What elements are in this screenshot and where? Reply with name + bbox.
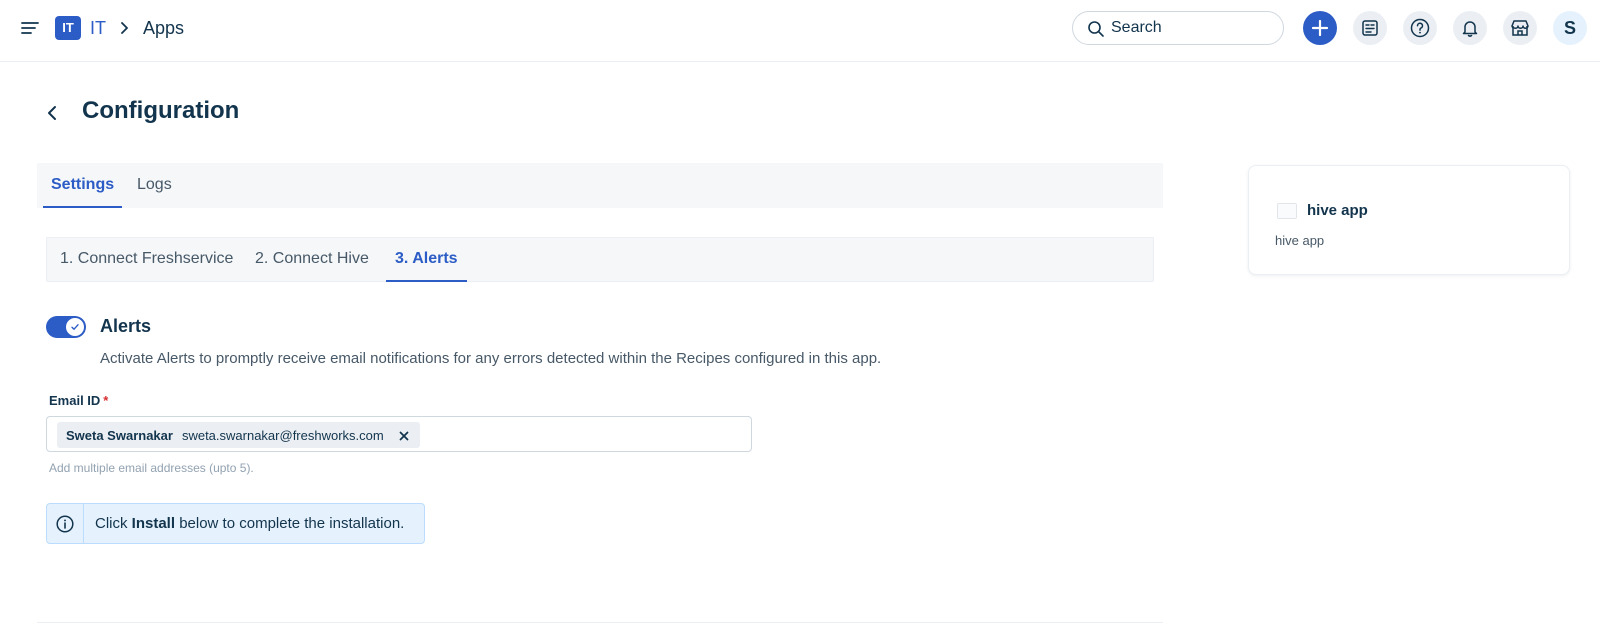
search-box[interactable]	[1072, 11, 1284, 45]
required-mark: *	[103, 393, 109, 408]
top-bar: IT IT Apps S	[0, 0, 1600, 62]
main-tabs: Settings Logs	[37, 163, 1163, 208]
add-button[interactable]	[1303, 11, 1337, 45]
help-button[interactable]	[1403, 11, 1437, 45]
step-tabs: 1. Connect Freshservice 2. Connect Hive …	[46, 237, 1154, 282]
step-tab-connect-freshservice[interactable]: 1. Connect Freshservice	[60, 238, 233, 282]
back-icon[interactable]	[42, 102, 62, 124]
alerts-title: Alerts	[100, 316, 152, 336]
page-title: Configuration	[82, 97, 240, 124]
chevron-right-icon	[118, 20, 132, 36]
store-icon	[1511, 20, 1529, 36]
email-field[interactable]: Sweta Swarnakar sweta.swarnakar@freshwor…	[46, 416, 752, 452]
alerts-toggle[interactable]	[46, 316, 86, 338]
email-hint: Add multiple email addresses (upto 5).	[49, 461, 254, 475]
info-divider	[83, 504, 84, 543]
footer-divider	[37, 622, 1163, 623]
plus-icon	[1311, 19, 1329, 37]
breadcrumb-current: Apps	[143, 18, 185, 38]
app-logo-icon	[1277, 203, 1297, 219]
breadcrumb-workspace[interactable]: IT	[90, 18, 106, 39]
email-chip: Sweta Swarnakar sweta.swarnakar@freshwor…	[57, 422, 420, 448]
avatar[interactable]: S	[1553, 11, 1587, 45]
close-icon[interactable]	[398, 429, 410, 441]
chip-email: sweta.swarnakar@freshworks.com	[181, 427, 384, 443]
bell-icon	[1462, 21, 1478, 37]
info-install-word: Install	[131, 515, 176, 532]
app-card: hive app hive app	[1248, 165, 1570, 275]
form-icon	[1362, 20, 1378, 36]
help-icon	[1410, 18, 1430, 38]
search-input[interactable]	[1111, 18, 1271, 38]
email-field-label: Email ID *	[49, 393, 108, 408]
marketplace-button[interactable]	[1503, 11, 1537, 45]
workspace-badge[interactable]: IT	[55, 16, 81, 40]
tab-logs[interactable]: Logs	[137, 163, 172, 208]
info-icon	[55, 514, 75, 534]
email-label-text: Email ID	[49, 393, 101, 408]
notifications-button[interactable]	[1453, 11, 1487, 45]
alerts-description: Activate Alerts to promptly receive emai…	[100, 350, 882, 367]
info-suffix: below to complete the installation.	[175, 515, 405, 532]
menu-icon[interactable]	[18, 16, 42, 40]
forms-button[interactable]	[1353, 11, 1387, 45]
app-subtitle: hive app	[1275, 233, 1325, 248]
tab-settings[interactable]: Settings	[43, 163, 123, 208]
step-tab-connect-hive[interactable]: 2. Connect Hive	[255, 238, 369, 282]
app-name: hive app	[1307, 202, 1368, 219]
search-icon	[1087, 20, 1105, 38]
check-icon	[65, 317, 85, 337]
info-banner: Click Install below to complete the inst…	[46, 503, 425, 544]
step-tab-alerts[interactable]: 3. Alerts	[386, 238, 467, 282]
chip-name: Sweta Swarnakar	[66, 427, 173, 443]
info-text: Click Install below to complete the inst…	[95, 515, 404, 532]
info-prefix: Click	[95, 515, 132, 532]
